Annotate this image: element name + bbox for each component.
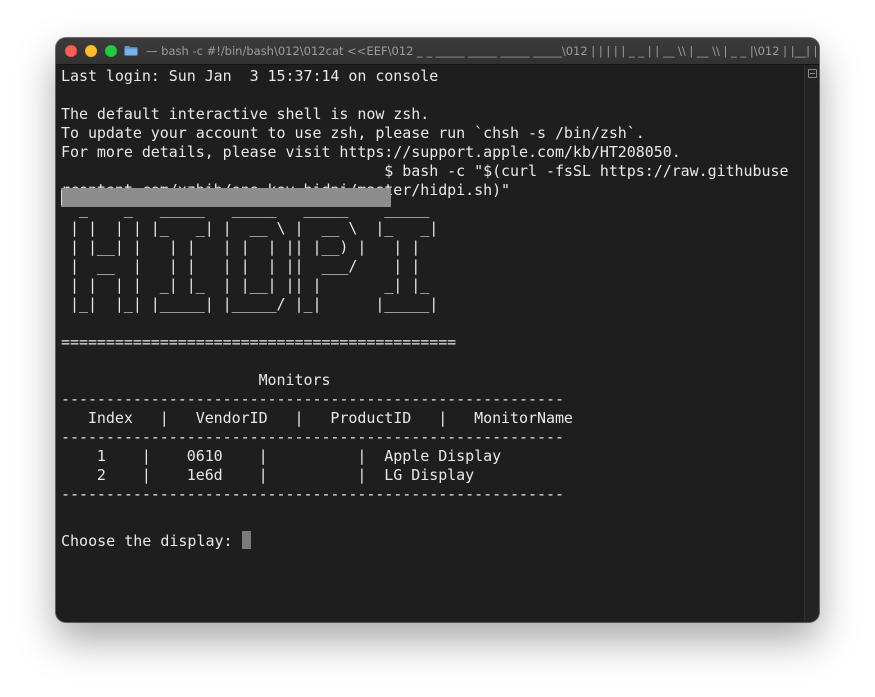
ascii-art-line: | |__| | | | | | | || |__) | | |: [61, 238, 421, 256]
shell-notice-3: For more details, please visit https://s…: [61, 143, 681, 161]
terminal-output: Last login: Sun Jan 3 15:37:14 on consol…: [61, 67, 789, 504]
ascii-art-line: | | | | |_ _| | __ \ | __ \ |_ _|: [61, 219, 439, 237]
redacted-prompt: [61, 188, 391, 207]
dash-rule: ----------------------------------------…: [61, 390, 564, 408]
table-row: 1 | 0610 | | Apple Display: [61, 447, 502, 465]
title-bar[interactable]: — bash -c #!/bin/bash\012\012cat <<EEF\0…: [56, 38, 819, 65]
window-title: — bash -c #!/bin/bash\012\012cat <<EEF\0…: [146, 44, 816, 58]
minimize-button[interactable]: [85, 45, 97, 57]
ascii-art-line: |_| |_| |_____| |_____/ |_| |_____|: [61, 295, 439, 313]
equals-separator: ========================================…: [61, 333, 457, 351]
folder-icon[interactable]: [124, 45, 138, 56]
terminal-content[interactable]: Last login: Sun Jan 3 15:37:14 on consol…: [56, 65, 805, 622]
prompt-text: Choose the display:: [61, 532, 233, 550]
shell-notice-2: To update your account to use zsh, pleas…: [61, 124, 645, 142]
login-line: Last login: Sun Jan 3 15:37:14 on consol…: [61, 67, 439, 85]
terminal-window: — bash -c #!/bin/bash\012\012cat <<EEF\0…: [56, 38, 819, 622]
ascii-art-line: | __ | | | | | | || ___/ | |: [61, 257, 421, 275]
zoom-button[interactable]: [105, 45, 117, 57]
command-line-1: $ bash -c "$(curl -fsSL https://raw.gith…: [61, 162, 789, 180]
dash-rule: ----------------------------------------…: [61, 428, 564, 446]
monitors-heading: Monitors: [61, 371, 331, 389]
split-pane-icon[interactable]: [808, 69, 817, 78]
ascii-art-line: | | | | _| |_ | |__| || | _| |_: [61, 276, 430, 294]
input-prompt-line[interactable]: Choose the display:: [61, 531, 251, 550]
dash-rule: ----------------------------------------…: [61, 485, 564, 503]
text-cursor: [241, 531, 251, 549]
table-header: Index | VendorID | ProductID | MonitorNa…: [61, 409, 573, 427]
shell-notice-1: The default interactive shell is now zsh…: [61, 105, 430, 123]
close-button[interactable]: [65, 45, 77, 57]
table-row: 2 | 1e6d | | LG Display: [61, 466, 475, 484]
scrollbar[interactable]: [804, 65, 819, 622]
